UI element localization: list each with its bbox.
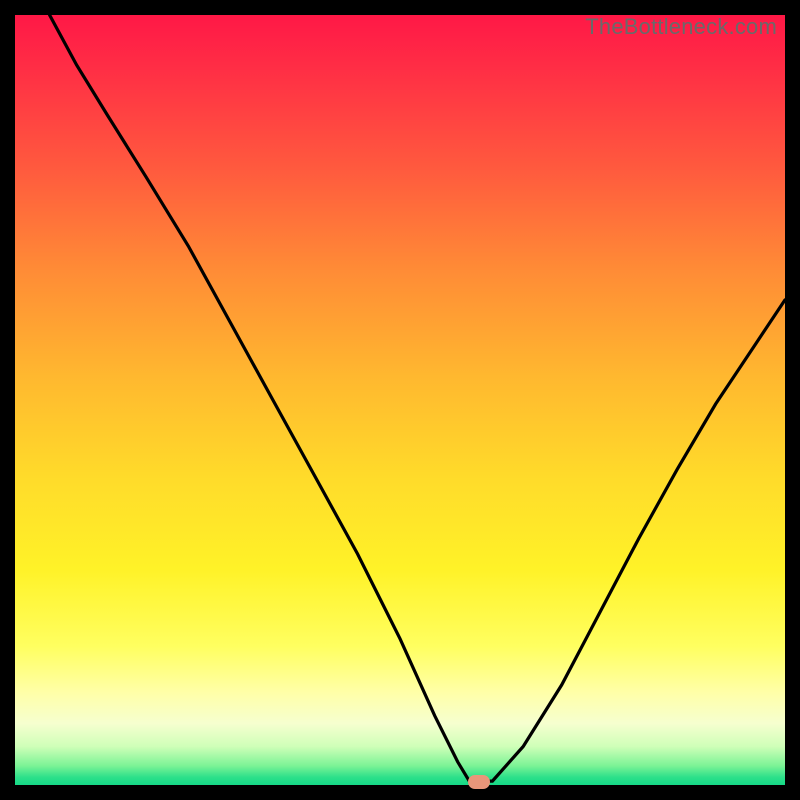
bottleneck-curve bbox=[15, 15, 785, 785]
optimum-marker bbox=[468, 775, 490, 789]
plot-frame: TheBottleneck.com bbox=[15, 15, 785, 785]
